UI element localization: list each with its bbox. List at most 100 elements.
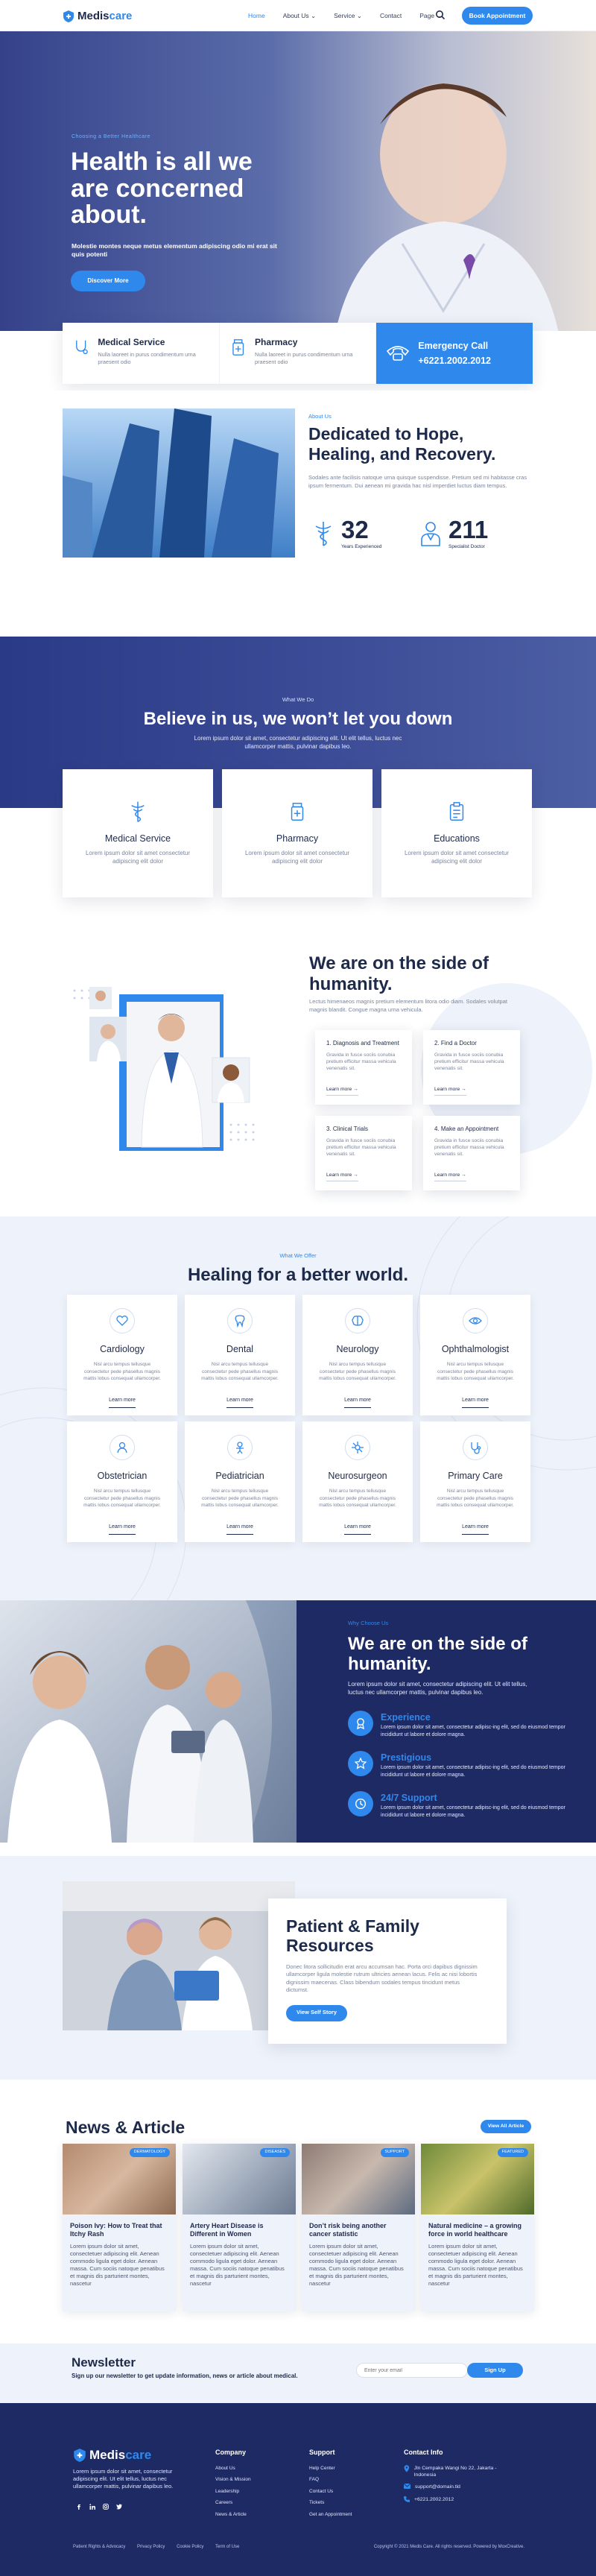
stat-years: 32 Years Experienced	[311, 517, 381, 550]
logo[interactable]: Medis care	[63, 8, 132, 25]
footer-link[interactable]: Vision & Mission	[215, 2476, 251, 2483]
contact-email[interactable]: support@domain.tld	[415, 2484, 460, 2490]
pharmacy-bottle-icon	[291, 803, 304, 821]
emergency-phone[interactable]: +6221.2002.2012	[418, 355, 491, 367]
card-text: Nisl arcu tempus tellusque consectetur p…	[437, 1362, 514, 1381]
step-card[interactable]: 1. Diagnosis and Treatment Gravida in fu…	[315, 1030, 412, 1105]
card-title: Medical Service	[104, 833, 171, 844]
book-appointment-button[interactable]: Book Appointment	[462, 7, 533, 25]
newsletter-section: Newsletter Sign up our newsletter to get…	[0, 2343, 596, 2403]
learn-more-link[interactable]: Learn more	[344, 1524, 371, 1535]
service-bar-emergency[interactable]: Emergency Call +6221.2002.2012	[376, 323, 533, 384]
article-title[interactable]: Poison Ivy: How to Treat that Itchy Rash	[70, 2222, 168, 2238]
learn-more-link[interactable]: Learn more	[462, 1397, 489, 1408]
step-title: 4. Make an Appointment	[434, 1126, 499, 1132]
learn-more-link[interactable]: Learn more	[462, 1524, 489, 1535]
sign-up-button[interactable]: Sign Up	[467, 2363, 523, 2378]
service-bar-medical[interactable]: Medical Service Nulla laoreet in purus co…	[63, 323, 220, 384]
article-title[interactable]: Natural medicine – a growing force in wo…	[428, 2222, 527, 2238]
footer-link[interactable]: Leadership	[215, 2488, 251, 2495]
stat-doctors: 211 Specialist Doctor	[419, 517, 488, 550]
specialty-card-obstetrician[interactable]: Obstetrician Nisl arcu tempus tellusque …	[67, 1421, 177, 1542]
article-card[interactable]: FEATURED Natural medicine – a growing fo…	[421, 2144, 534, 2311]
email-input[interactable]	[356, 2363, 468, 2378]
specialty-card-neurology[interactable]: Neurology Nisl arcu tempus tellusque con…	[302, 1295, 413, 1415]
learn-more-link[interactable]: Learn more	[344, 1397, 371, 1408]
learn-more-link[interactable]: Learn more	[109, 1397, 136, 1408]
article-title[interactable]: Don’t risk being another cancer statisti…	[309, 2222, 408, 2238]
view-self-story-button[interactable]: View Self Story	[286, 2004, 347, 2021]
twitter-icon[interactable]	[116, 2504, 122, 2510]
card-title: Neurosurgeon	[328, 1471, 387, 1481]
step-text: Gravida in fusce sociis conubia pretium …	[434, 1137, 504, 1158]
nav-about[interactable]: About Us ⌄	[283, 11, 316, 20]
footer-bottom-link[interactable]: Cookie Policy	[177, 2545, 203, 2549]
clipboard-icon	[449, 802, 464, 821]
humanity-text: Lectus himenaeos magnis pretium elementu…	[309, 998, 507, 1013]
linkedin-icon[interactable]	[89, 2504, 95, 2510]
article-title[interactable]: Artery Heart Disease is Different in Wom…	[190, 2222, 288, 2238]
footer-logo[interactable]: Medis care	[73, 2446, 151, 2465]
instagram-icon[interactable]	[103, 2504, 109, 2510]
search-icon[interactable]	[435, 10, 446, 20]
feature-support: 24/7 Support Lorem ipsum dolor sit amet, …	[348, 1791, 567, 1819]
learn-more-link[interactable]: Learn more	[109, 1524, 136, 1535]
believe-card-medical[interactable]: Medical Service Lorem ipsum dolor sit am…	[63, 769, 213, 897]
phone-icon	[387, 346, 410, 361]
step-card[interactable]: 2. Find a Doctor Gravida in fusce sociis…	[423, 1030, 520, 1105]
specialty-card-neurosurgeon[interactable]: Neurosurgeon Nisl arcu tempus tellusque …	[302, 1421, 413, 1542]
believe-card-pharmacy[interactable]: Pharmacy Lorem ipsum dolor sit amet cons…	[222, 769, 372, 897]
footer-link[interactable]: Contact Us	[309, 2488, 352, 2495]
footer-link[interactable]: Help Center	[309, 2465, 352, 2472]
view-all-articles-button[interactable]: View All Article	[481, 2120, 531, 2133]
contact-phone[interactable]: +6221.2002.2012	[414, 2496, 454, 2503]
nav-contact[interactable]: Contact	[380, 11, 402, 20]
discover-more-button[interactable]: Discover More	[71, 271, 145, 291]
heart-icon	[116, 1316, 128, 1326]
nav-service[interactable]: Service ⌄	[334, 11, 362, 20]
news-title: News & Article	[66, 2118, 186, 2137]
learn-more-link[interactable]: Learn more	[226, 1524, 253, 1535]
learn-more-link[interactable]: Learn more →	[326, 1172, 358, 1181]
footer-link[interactable]: News & Article	[215, 2511, 251, 2518]
footer-bottom-link[interactable]: Privacy Policy	[137, 2545, 165, 2549]
location-icon	[404, 2465, 410, 2472]
footer-bottom-link[interactable]: Term of Use	[215, 2545, 239, 2549]
article-card[interactable]: SUPPORT Don’t risk being another cancer …	[302, 2144, 415, 2311]
facebook-icon[interactable]	[76, 2504, 82, 2510]
copyright: Copyright © 2021 Medis Care. All rights …	[373, 2545, 524, 2549]
step-card[interactable]: 3. Clinical Trials Gravida in fusce soci…	[315, 1116, 412, 1190]
learn-more-link[interactable]: Learn more →	[434, 1086, 466, 1096]
footer-bottom-link[interactable]: Patient Rights & Advocacy	[73, 2545, 125, 2549]
specialty-card-dental[interactable]: Dental Nisl arcu tempus tellusque consec…	[185, 1295, 295, 1415]
main-nav: Home About Us ⌄ Service ⌄ Contact Page ⌄	[248, 11, 460, 20]
footer-link[interactable]: Tickets	[309, 2499, 352, 2506]
service-bar-pharmacy[interactable]: Pharmacy Nulla laoreet in purus condiment…	[220, 323, 377, 384]
nav-home[interactable]: Home	[248, 11, 265, 20]
hero-subtitle: Molestie montes neque metus elementum ad…	[72, 242, 277, 259]
learn-more-link[interactable]: Learn more →	[434, 1172, 466, 1181]
card-title: Neurology	[336, 1344, 379, 1354]
brain-icon	[352, 1316, 364, 1326]
footer-heading: Support	[309, 2449, 335, 2456]
specialty-card-ophthalmologist[interactable]: Ophthalmologist Nisl arcu tempus tellusq…	[420, 1295, 530, 1415]
footer-bottom-bar: Patient Rights & Advocacy Privacy Policy…	[73, 2544, 524, 2551]
nav-about-label: About Us	[282, 12, 309, 19]
footer-link[interactable]: FAQ	[309, 2476, 352, 2483]
specialty-card-pediatrician[interactable]: Pediatrician Nisl arcu tempus tellusque …	[185, 1421, 295, 1542]
step-card[interactable]: 4. Make an Appointment Gravida in fusce …	[423, 1116, 520, 1190]
footer-link[interactable]: Get an Appointment	[309, 2511, 352, 2518]
footer-link[interactable]: Careers	[215, 2499, 251, 2506]
patient-card: Patient & Family Resources Donec litora …	[268, 1898, 507, 2044]
specialty-card-primary-care[interactable]: Primary Care Nisl arcu tempus tellusque …	[420, 1421, 530, 1542]
learn-more-link[interactable]: Learn more	[226, 1397, 253, 1408]
step-text: Gravida in fusce sociis conubia pretium …	[326, 1052, 396, 1072]
healing-title: Healing for a better world.	[187, 1265, 409, 1285]
humanity-title: We are on the side of humanity.	[309, 953, 489, 994]
article-card[interactable]: DISEASES Artery Heart Disease is Differe…	[183, 2144, 296, 2311]
learn-more-link[interactable]: Learn more →	[326, 1086, 358, 1096]
footer-link[interactable]: About Us	[215, 2465, 251, 2472]
article-card[interactable]: DERMATOLOGY Poison Ivy: How to Treat tha…	[63, 2144, 176, 2311]
specialty-card-cardiology[interactable]: Cardiology Nisl arcu tempus tellusque co…	[67, 1295, 177, 1415]
believe-card-educations[interactable]: Educations Lorem ipsum dolor sit amet co…	[381, 769, 532, 897]
